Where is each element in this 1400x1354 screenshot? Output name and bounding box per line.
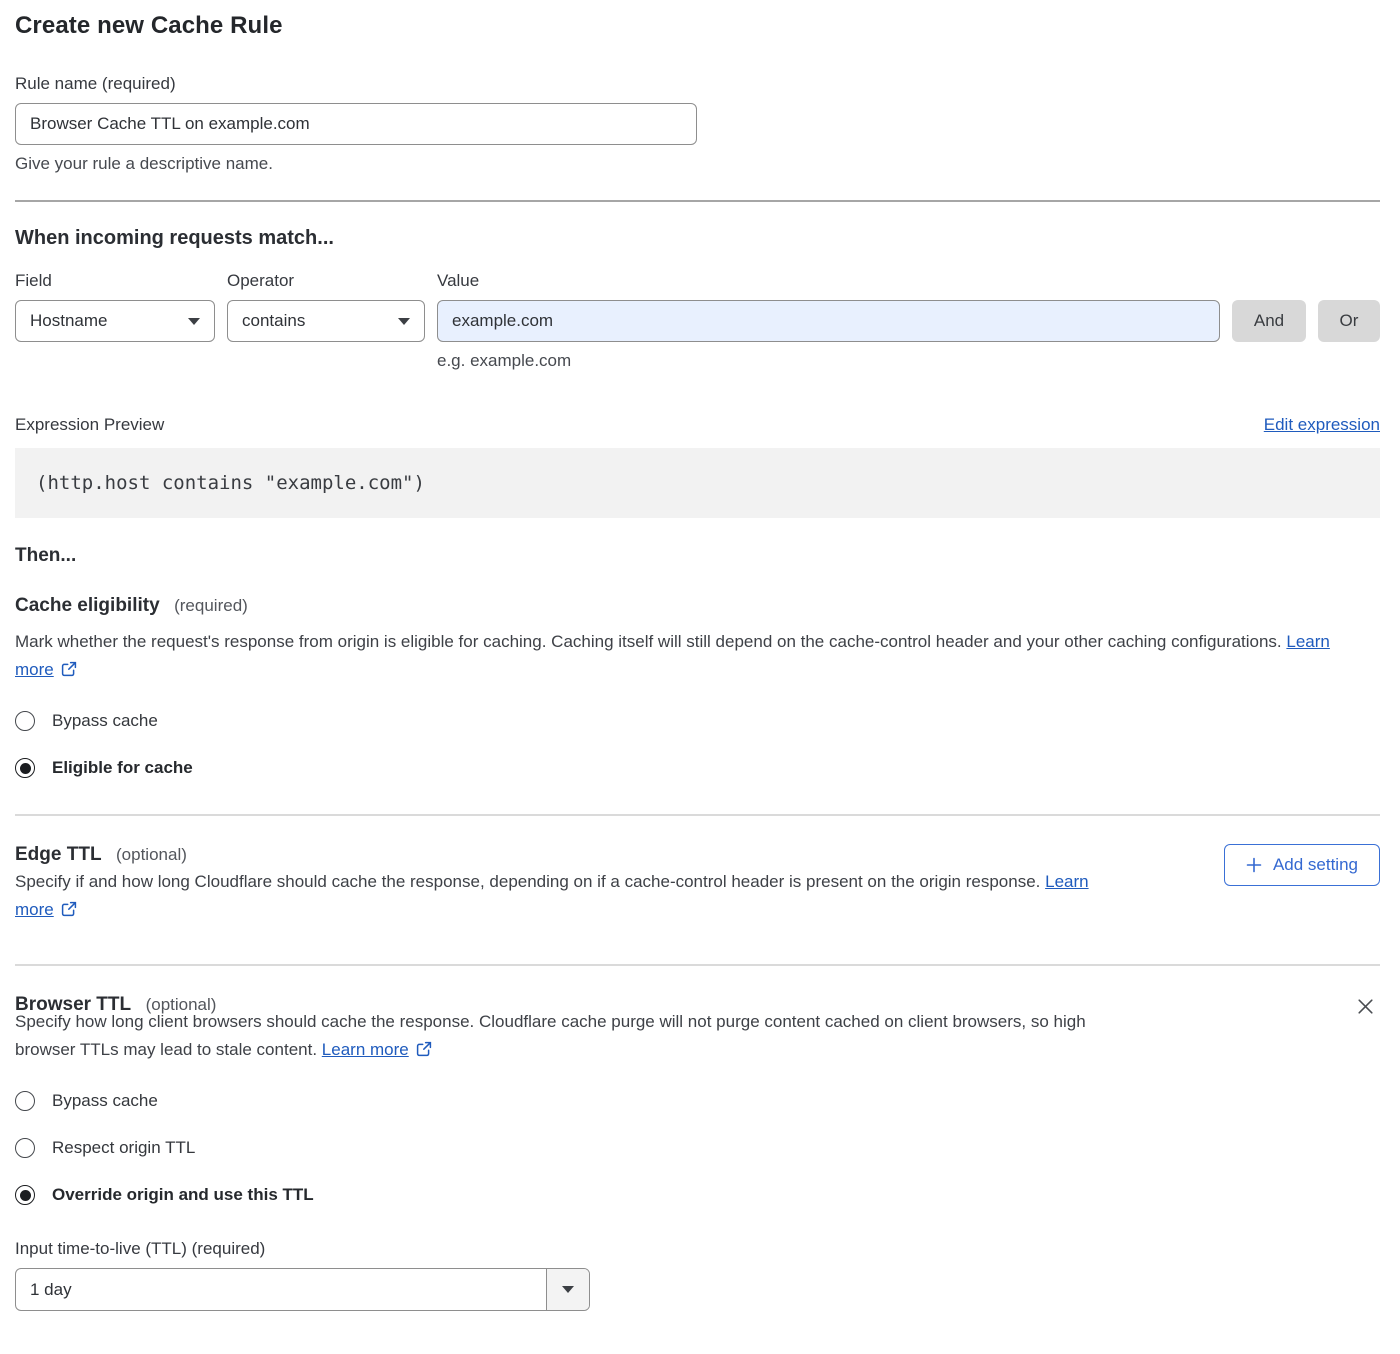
add-setting-button[interactable]: Add setting [1224,844,1380,886]
match-builder: Field Operator Value Hostname contains A… [15,271,1380,371]
radio-option-respect-origin-ttl[interactable]: Respect origin TTL [15,1138,1380,1158]
required-tag: (required) [174,596,248,615]
optional-tag: (optional) [116,845,187,864]
ttl-input-label: Input time-to-live (TTL) (required) [15,1239,1380,1259]
page-title: Create new Cache Rule [15,12,1380,40]
divider [15,964,1380,966]
divider [15,814,1380,816]
value-input[interactable] [437,300,1220,342]
external-link-icon [61,661,77,677]
chevron-down-icon [398,318,410,325]
edge-ttl-title: Edge TTL [15,844,102,866]
chevron-down-icon [562,1286,574,1293]
external-link-icon [416,1041,432,1057]
radio-checked-icon[interactable] [15,758,35,778]
or-button[interactable]: Or [1318,300,1380,342]
radio-checked-icon[interactable] [15,1185,35,1205]
learn-more-link[interactable]: Learn more [322,1040,409,1059]
operator-select[interactable]: contains [227,300,425,342]
radio-unchecked-icon[interactable] [15,711,35,731]
cache-eligibility-description: Mark whether the request's response from… [15,628,1360,684]
field-select-value: Hostname [30,311,107,331]
edge-ttl-description: Specify if and how long Cloudflare shoul… [15,868,1120,924]
expression-preview-header: Expression Preview Edit expression [15,415,1380,435]
rule-name-input[interactable] [15,103,697,145]
then-heading: Then... [15,545,1380,567]
radio-unchecked-icon[interactable] [15,1091,35,1111]
rule-name-label: Rule name (required) [15,74,1380,94]
operator-label: Operator [227,271,425,291]
match-heading: When incoming requests match... [15,227,1380,250]
ttl-select[interactable]: 1 day [15,1268,590,1311]
operator-select-value: contains [242,311,305,331]
expression-preview-label: Expression Preview [15,415,164,435]
ttl-select-value: 1 day [16,1269,546,1310]
external-link-icon [61,901,77,917]
plus-icon [1246,857,1262,873]
chevron-down-icon [188,318,200,325]
divider [15,200,1380,202]
browser-ttl-description: Specify how long client browsers should … [15,1008,1110,1064]
radio-option-browser-bypass-cache[interactable]: Bypass cache [15,1091,1380,1111]
ttl-select-dropdown-button[interactable] [546,1269,589,1310]
radio-option-eligible-for-cache[interactable]: Eligible for cache [15,758,1380,778]
close-icon[interactable] [1353,994,1378,1022]
field-label: Field [15,271,215,291]
edit-expression-link[interactable]: Edit expression [1264,415,1380,435]
cache-eligibility-title: Cache eligibility [15,595,160,617]
rule-name-help: Give your rule a descriptive name. [15,154,1380,174]
cache-eligibility-heading: Cache eligibility (required) [15,595,1380,617]
radio-option-override-origin-ttl[interactable]: Override origin and use this TTL [15,1185,1380,1205]
radio-unchecked-icon[interactable] [15,1138,35,1158]
create-cache-rule-form: Create new Cache Rule Rule name (require… [0,0,1400,1335]
expression-code: (http.host contains "example.com") [15,448,1380,518]
and-button[interactable]: And [1232,300,1306,342]
value-label: Value [437,271,1220,291]
value-help: e.g. example.com [437,351,1220,371]
field-select[interactable]: Hostname [15,300,215,342]
radio-option-bypass-cache[interactable]: Bypass cache [15,711,1380,731]
